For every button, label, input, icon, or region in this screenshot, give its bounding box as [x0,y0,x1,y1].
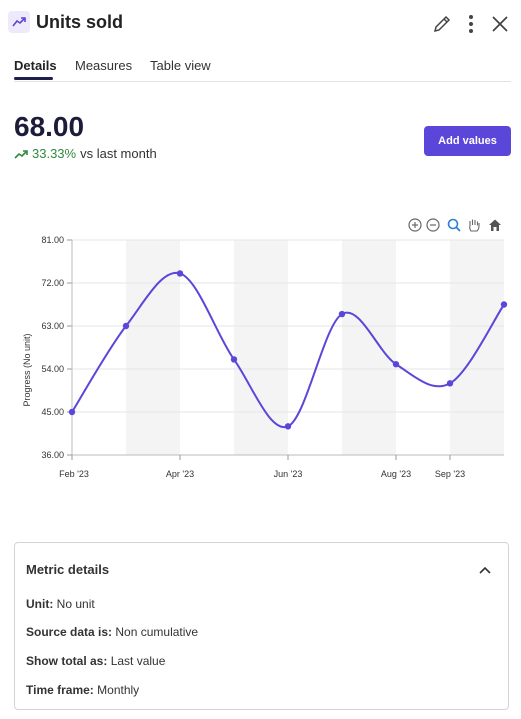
chart-band [450,240,504,455]
y-tick-label: 54.00 [41,364,64,374]
chart-band [126,240,180,455]
data-point[interactable] [176,270,184,277]
chart-band [234,240,288,455]
tab-table-view[interactable]: Table view [150,58,211,74]
panel-title: Units sold [36,12,124,32]
trend-percent: 33.33% [32,146,77,161]
detail-row-unit: Unit: No unit [26,596,95,612]
metric-details-title: Metric details [26,562,110,577]
detail-row-timeframe: Time frame: Monthly [26,682,139,698]
add-values-button[interactable]: Add values [424,126,511,156]
chart-band [342,240,396,455]
trend-up-small-icon [14,150,28,159]
x-tick-label: Feb '23 [59,469,89,479]
y-tick-label: 72.00 [41,278,64,288]
data-point[interactable] [122,322,130,330]
y-tick-label: 45.00 [41,407,64,417]
detail-row-source: Source data is: Non cumulative [26,624,198,640]
data-point[interactable] [230,356,238,363]
tab-details[interactable]: Details [14,58,57,74]
y-tick-label: 81.00 [41,235,64,245]
detail-label: Time frame: [26,683,94,697]
units-sold-chart: 81.00 72.00 63.00 54.00 45.00 36.00 Feb '23 Ap… [22,235,508,479]
x-tick-label: Apr '23 [166,469,194,479]
data-point[interactable] [500,301,508,308]
chevron-up-icon[interactable] [476,561,494,579]
x-tick-label: Jun '23 [274,469,303,479]
more-vertical-icon[interactable] [459,12,483,36]
detail-label: Unit: [26,597,54,611]
detail-label: Source data is: [26,625,113,639]
metric-value: 68.00 [14,111,85,142]
detail-value: Last value [110,654,166,668]
tab-divider [14,81,511,82]
trend-summary: 33.33% vs last month [14,146,157,162]
x-tick-label: Sep '23 [435,469,465,479]
data-point[interactable] [392,361,400,368]
data-point[interactable] [446,380,454,387]
tab-measures[interactable]: Measures [75,58,132,74]
detail-label: Show total as: [26,654,108,668]
pencil-icon[interactable] [430,12,454,36]
detail-value: Non cumulative [115,625,199,639]
trend-up-icon [8,11,30,33]
trend-caption: vs last month [80,146,157,161]
y-tick-label: 63.00 [41,321,64,331]
active-tab-indicator [14,77,53,80]
data-point[interactable] [68,408,76,416]
detail-value: Monthly [97,683,140,697]
y-axis-label: Progress (No unit) [22,333,32,406]
data-point[interactable] [338,310,346,318]
x-tick-label: Aug '23 [381,469,411,479]
detail-row-total: Show total as: Last value [26,653,165,669]
detail-value: No unit [56,597,95,611]
close-icon[interactable] [488,12,512,36]
y-tick-label: 36.00 [41,450,64,460]
data-point[interactable] [284,423,292,430]
